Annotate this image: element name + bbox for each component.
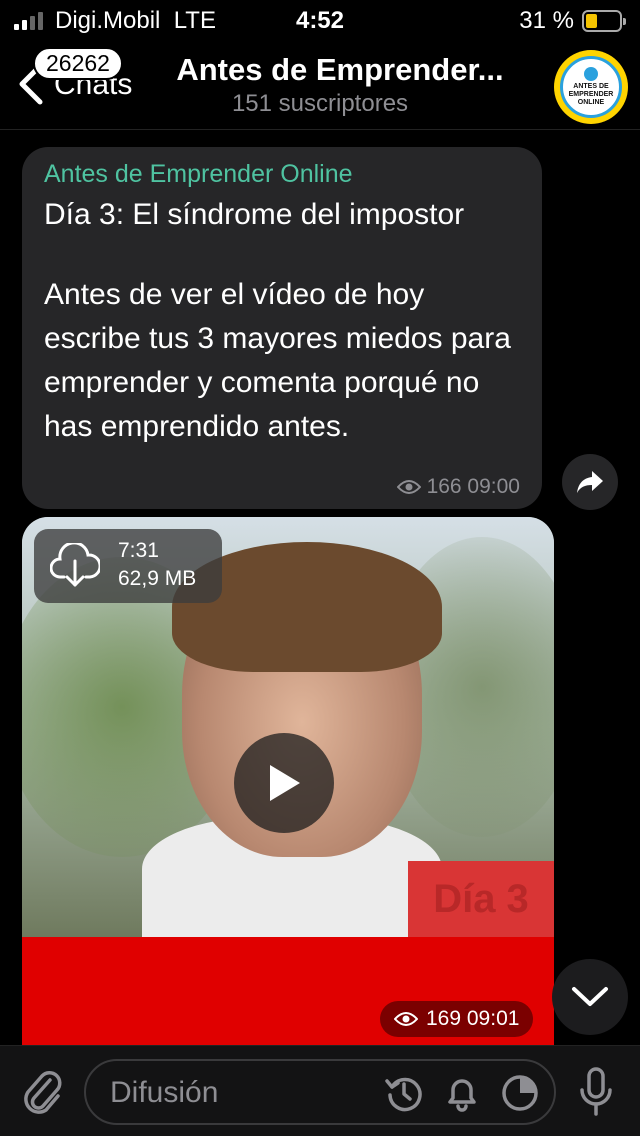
download-pill[interactable]: 7:31 62,9 MB	[34, 529, 222, 603]
message-title: Día 3: El síndrome del impostor	[44, 198, 465, 231]
text-message-bubble[interactable]: Antes de Emprender Online Día 3: El sínd…	[22, 147, 542, 509]
message-views-time: 166 09:00	[426, 475, 520, 498]
message-meta: 166 09:00	[396, 475, 520, 499]
clock-icon[interactable]	[384, 1073, 424, 1113]
composer-bar	[0, 1045, 640, 1136]
moon-icon[interactable]	[500, 1073, 540, 1113]
video-meta: 169 09:01	[380, 1001, 534, 1037]
channel-avatar[interactable]: ANTES DE EMPRENDER ONLINE	[554, 50, 628, 124]
message-list[interactable]: Antes de Emprender Online Día 3: El sínd…	[0, 131, 640, 1045]
broadcast-input-box[interactable]	[84, 1059, 556, 1125]
chat-header: Chats 26262 Antes de Emprender... 151 su…	[0, 40, 640, 130]
download-icon	[50, 543, 100, 587]
play-button[interactable]	[234, 733, 334, 833]
share-icon	[577, 471, 603, 493]
share-button[interactable]	[562, 454, 618, 510]
scroll-down-button[interactable]	[552, 959, 628, 1035]
message-input[interactable]	[110, 1075, 370, 1111]
microphone-icon[interactable]	[578, 1066, 614, 1118]
telegram-logo-icon	[584, 67, 598, 81]
video-views-time: 169 09:01	[426, 1007, 520, 1030]
channel-title[interactable]: Antes de Emprender...	[150, 52, 530, 88]
video-overlay-label: Día 3	[408, 861, 554, 937]
paperclip-icon[interactable]	[20, 1066, 64, 1116]
video-size: 62,9 MB	[118, 567, 197, 590]
video-message[interactable]: Día 3 7:31 62,9 MB 169 09:01	[22, 517, 554, 1045]
chevron-down-icon	[572, 987, 608, 1006]
message-sender: Antes de Emprender Online	[44, 160, 353, 188]
bell-icon[interactable]	[442, 1073, 482, 1113]
battery-icon	[582, 10, 626, 32]
avatar-logo-text: ANTES DE EMPRENDER ONLINE	[568, 83, 614, 106]
unread-badge: 26262	[33, 47, 123, 80]
message-body: Antes de ver el vídeo de hoy escribe tus…	[44, 278, 511, 443]
eye-icon	[394, 1012, 418, 1026]
subscriber-count: 151 suscriptores	[231, 90, 409, 117]
video-duration: 7:31	[118, 539, 159, 562]
play-icon	[270, 765, 300, 801]
status-bar: Digi.Mobil LTE 4:52 31 %	[0, 0, 640, 40]
battery-percent: 31 %	[519, 7, 574, 34]
eye-icon	[396, 480, 421, 494]
